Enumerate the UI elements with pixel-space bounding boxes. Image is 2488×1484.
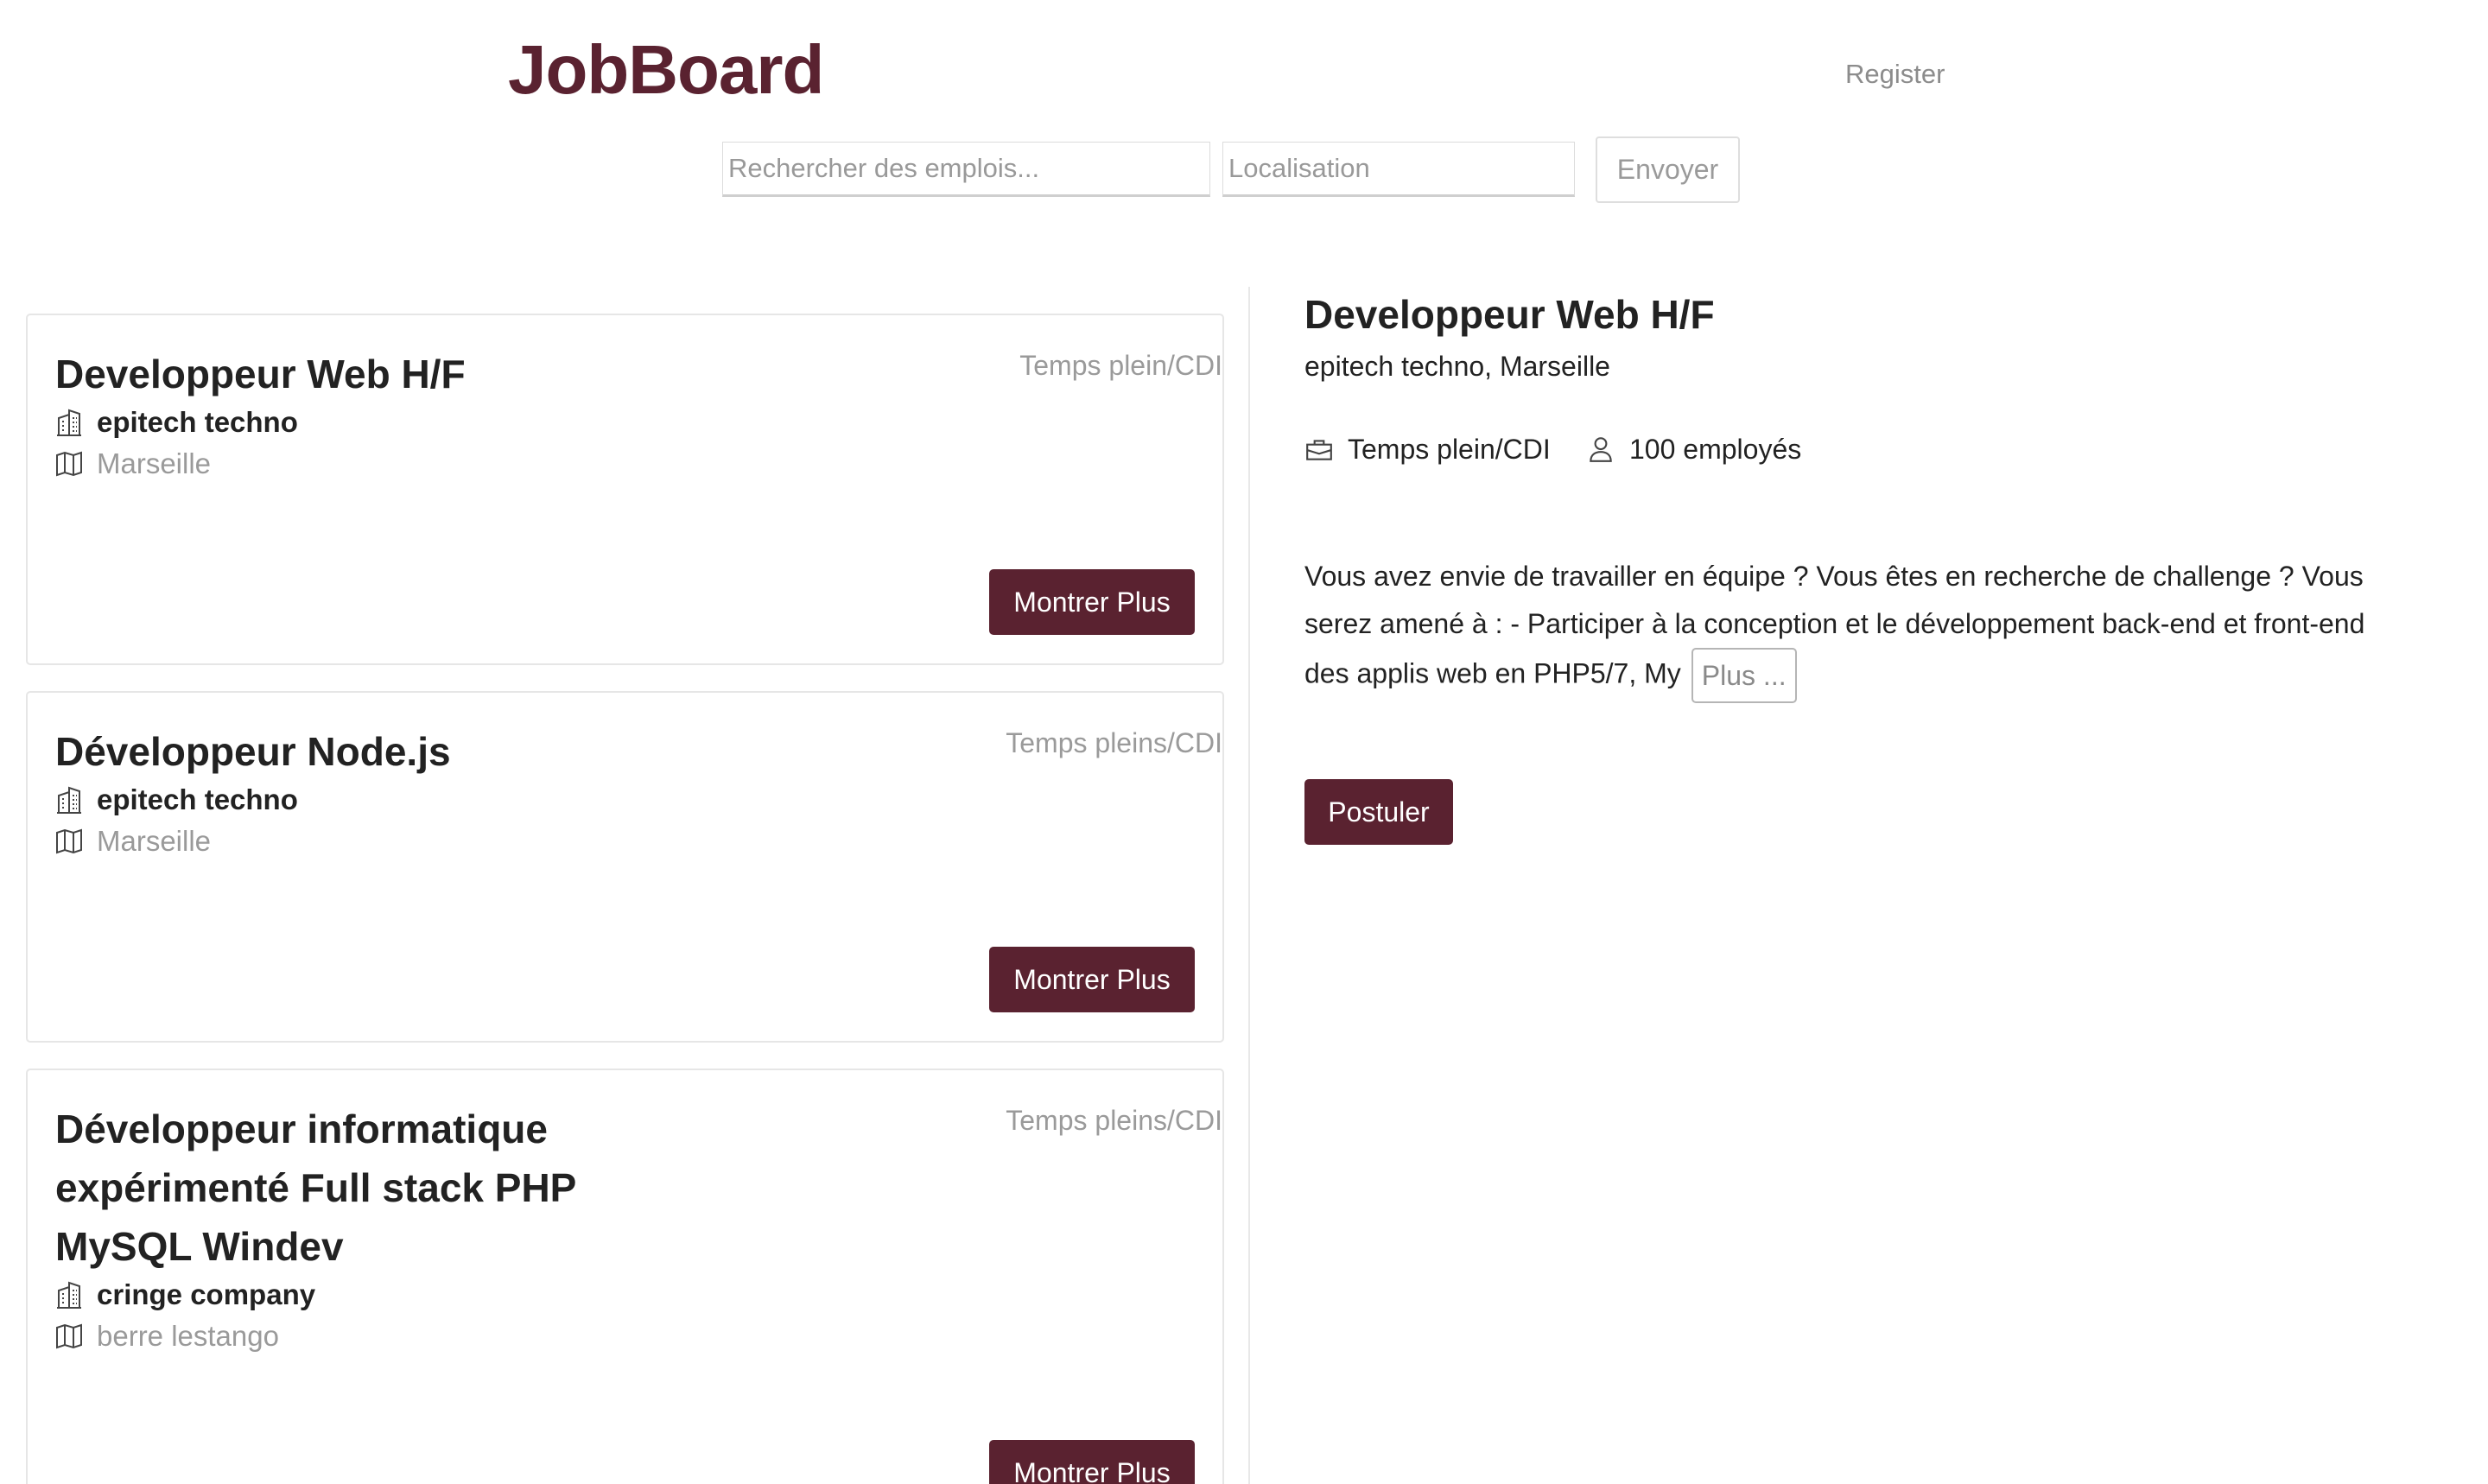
location-name: Marseille bbox=[97, 447, 212, 479]
detail-contract-label: Temps plein/CDI bbox=[1348, 434, 1551, 465]
detail-employees-label: 100 employés bbox=[1629, 434, 1802, 465]
person-icon bbox=[1590, 437, 1612, 462]
job-card[interactable]: Développeur Node.js Temps pleins/CDI epi… bbox=[26, 691, 1224, 1043]
column-divider bbox=[1248, 287, 1250, 1484]
show-more-button[interactable]: Montrer Plus bbox=[989, 947, 1195, 1012]
search-submit-button[interactable]: Envoyer bbox=[1596, 136, 1740, 203]
detail-contract: Temps plein/CDI bbox=[1304, 430, 1551, 468]
apply-button[interactable]: Postuler bbox=[1304, 779, 1453, 845]
job-search-input[interactable] bbox=[722, 142, 1210, 197]
location-name: Marseille bbox=[97, 825, 212, 857]
contract-type: Temps plein/CDI bbox=[1019, 350, 1222, 381]
building-icon bbox=[57, 1281, 81, 1309]
company-name: epitech techno bbox=[97, 783, 298, 815]
job-title: Développeur Node.js bbox=[55, 729, 451, 774]
read-more-button[interactable]: Plus ... bbox=[1691, 648, 1797, 703]
detail-company-location: epitech techno, Marseille bbox=[1304, 351, 1610, 382]
map-icon bbox=[56, 1323, 82, 1349]
map-icon bbox=[56, 451, 82, 477]
register-link[interactable]: Register bbox=[1845, 57, 1945, 92]
job-title: Développeur informatique expérimenté Ful… bbox=[55, 1107, 576, 1269]
location-row: berre lestango bbox=[55, 1317, 279, 1355]
building-icon bbox=[57, 409, 81, 436]
job-title: Developpeur Web H/F bbox=[55, 352, 466, 396]
company-name: cringe company bbox=[97, 1278, 316, 1310]
detail-title: Developpeur Web H/F bbox=[1304, 292, 1715, 337]
detail-description: Vous avez envie de travailler en équipe … bbox=[1304, 553, 2410, 703]
company-name: epitech techno bbox=[97, 406, 298, 438]
company-row: cringe company bbox=[55, 1276, 315, 1314]
company-row: epitech techno bbox=[55, 403, 298, 441]
show-more-button[interactable]: Montrer Plus bbox=[989, 569, 1195, 635]
detail-description-text: Vous avez envie de travailler en équipe … bbox=[1304, 561, 2365, 689]
briefcase-icon bbox=[1306, 440, 1332, 460]
page: JobBoard Register Envoyer Developpeur We… bbox=[0, 0, 2488, 1484]
detail-employees: 100 employés bbox=[1586, 430, 1801, 468]
location-row: Marseille bbox=[55, 445, 211, 483]
building-icon bbox=[57, 786, 81, 814]
site-logo[interactable]: JobBoard bbox=[508, 29, 824, 111]
job-card[interactable]: Développeur informatique expérimenté Ful… bbox=[26, 1069, 1224, 1484]
contract-type: Temps pleins/CDI bbox=[1006, 727, 1222, 758]
map-icon bbox=[56, 828, 82, 854]
location-row: Marseille bbox=[55, 822, 211, 860]
location-name: berre lestango bbox=[97, 1320, 279, 1352]
company-row: epitech techno bbox=[55, 781, 298, 819]
show-more-button[interactable]: Montrer Plus bbox=[989, 1440, 1195, 1484]
job-card[interactable]: Developpeur Web H/F Temps plein/CDI epit… bbox=[26, 314, 1224, 665]
contract-type: Temps pleins/CDI bbox=[1006, 1105, 1222, 1136]
location-input[interactable] bbox=[1222, 142, 1575, 197]
